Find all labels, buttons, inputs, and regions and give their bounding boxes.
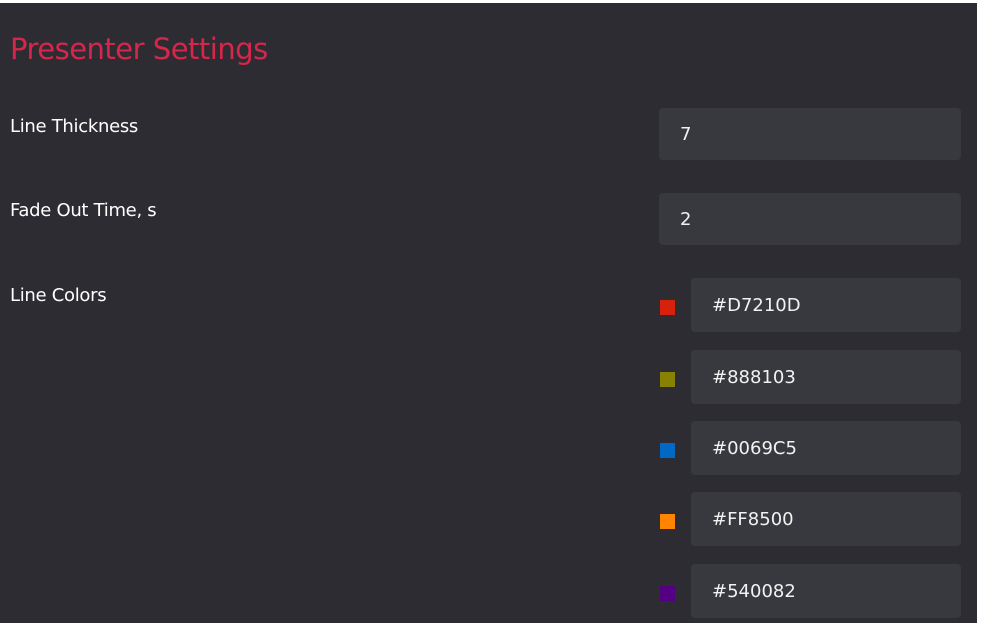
line-thickness-input[interactable] [659,108,961,160]
line-color-input-4[interactable] [691,492,961,546]
line-color-input-2[interactable] [691,350,961,404]
color-swatch-5[interactable] [660,586,675,601]
fade-out-time-label: Fade Out Time, s [10,200,157,221]
color-swatch-2[interactable] [660,372,675,387]
line-colors-label: Line Colors [10,285,107,306]
line-color-input-3[interactable] [691,421,961,475]
fade-out-time-input[interactable] [659,193,961,245]
line-thickness-label: Line Thickness [10,116,138,137]
page-title: Presenter Settings [10,32,268,66]
color-swatch-4[interactable] [660,514,675,529]
line-color-input-1[interactable] [691,278,961,332]
color-swatch-1[interactable] [660,300,675,315]
presenter-settings-panel: Presenter Settings Line Thickness Fade O… [0,3,979,623]
color-swatch-3[interactable] [660,443,675,458]
line-color-input-5[interactable] [691,564,961,618]
